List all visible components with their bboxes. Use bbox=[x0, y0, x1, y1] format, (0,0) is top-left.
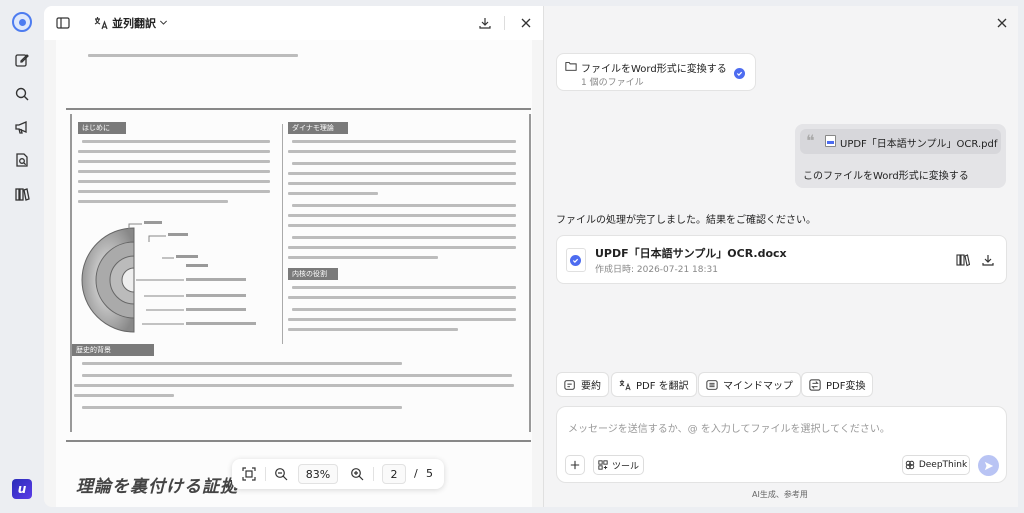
summary-icon bbox=[564, 379, 575, 390]
document-panel: 並列翻訳 はじめに ダイナモ理論 内核の役割 歴史的背景 理論を裏付ける証拠 8… bbox=[44, 6, 543, 507]
search-icon[interactable] bbox=[12, 84, 32, 104]
sidebar-toggle-icon[interactable] bbox=[56, 16, 70, 30]
library-icon[interactable] bbox=[956, 253, 970, 267]
download-icon[interactable] bbox=[981, 253, 995, 267]
check-icon bbox=[570, 255, 581, 266]
document-section-title: 理論を裏付ける証拠 bbox=[76, 477, 238, 497]
pdf-convert-label: PDF変換 bbox=[826, 381, 866, 392]
app-window: u 並列翻訳 はじめに ダイナモ理論 内核の役割 歴史的背景 理論を裏付ける証拠… bbox=[0, 0, 1024, 513]
page-separator: / bbox=[414, 467, 418, 480]
message-composer: メッセージを送信するか、@ を入力してファイルを選択してください。 ツール De… bbox=[556, 406, 1007, 483]
page-current: 2 bbox=[390, 467, 398, 481]
close-icon[interactable] bbox=[519, 16, 533, 30]
summarize-label: 要約 bbox=[581, 381, 601, 392]
megaphone-icon[interactable] bbox=[12, 117, 32, 137]
library-icon[interactable] bbox=[12, 184, 32, 204]
mind-map-label: マインドマップ bbox=[723, 381, 793, 392]
deepthink-button[interactable]: DeepThink bbox=[902, 455, 970, 475]
mode-label[interactable]: 並列翻訳 bbox=[112, 15, 156, 31]
divider bbox=[265, 467, 266, 481]
pdf-file-icon bbox=[825, 135, 836, 147]
close-icon[interactable] bbox=[995, 16, 1009, 30]
footer-note: AI生成、参考用 bbox=[752, 490, 808, 499]
tools-button[interactable]: ツール bbox=[593, 455, 644, 475]
ai-reply-text: ファイルの処理が完了しました。結果をご確認ください。 bbox=[556, 215, 816, 226]
tools-label: ツール bbox=[611, 461, 639, 472]
document-toolbar: 並列翻訳 bbox=[44, 6, 543, 40]
translate-pdf-button[interactable]: PDF を翻訳 bbox=[611, 372, 697, 397]
page-total: 5 bbox=[426, 467, 433, 480]
chat-panel: ファイルをWord形式に変換する 1 個のファイル ❝ UPDF「日本語サンプル… bbox=[543, 6, 1018, 507]
task-subtitle: 1 個のファイル bbox=[581, 78, 644, 88]
summarize-button[interactable]: 要約 bbox=[556, 372, 609, 397]
quote-icon: ❝ bbox=[806, 131, 815, 150]
pdf-convert-button[interactable]: PDF変換 bbox=[801, 372, 874, 397]
edit-icon[interactable] bbox=[12, 50, 32, 70]
page-number-input[interactable]: 2 bbox=[382, 464, 406, 484]
zoom-toolbar: 83% 2 / 5 bbox=[232, 459, 444, 489]
divider bbox=[373, 467, 374, 481]
chevron-down-icon[interactable] bbox=[158, 17, 169, 28]
task-card[interactable]: ファイルをWord形式に変換する 1 個のファイル bbox=[556, 53, 756, 91]
deepthink-icon bbox=[905, 460, 915, 470]
message-input[interactable]: メッセージを送信するか、@ を入力してファイルを選択してください。 bbox=[568, 420, 890, 435]
translate-icon bbox=[94, 16, 108, 30]
mind-map-icon bbox=[706, 379, 718, 390]
user-message-text: このファイルをWord形式に変換する bbox=[803, 171, 969, 182]
result-file-date: 作成日時: 2026-07-21 18:31 bbox=[595, 265, 718, 275]
plus-icon bbox=[570, 460, 580, 470]
zoom-in-icon[interactable] bbox=[350, 467, 364, 481]
divider bbox=[504, 16, 505, 30]
document-search-icon[interactable] bbox=[12, 150, 32, 170]
document-page: はじめに ダイナモ理論 内核の役割 歴史的背景 理論を裏付ける証拠 bbox=[56, 40, 532, 507]
zoom-value: 83% bbox=[305, 467, 331, 481]
convert-icon bbox=[809, 378, 821, 391]
tools-icon bbox=[598, 460, 608, 470]
check-icon bbox=[734, 68, 745, 79]
left-rail: u bbox=[0, 0, 44, 513]
result-file-card[interactable]: UPDF「日本語サンプル」OCR.docx 作成日時: 2026-07-21 1… bbox=[556, 235, 1007, 284]
send-button[interactable] bbox=[978, 455, 999, 476]
ai-assistant-icon[interactable] bbox=[12, 12, 32, 32]
add-attachment-button[interactable] bbox=[565, 455, 585, 475]
user-message: ❝ UPDF「日本語サンプル」OCR.pdf このファイルをWord形式に変換す… bbox=[795, 124, 1006, 188]
download-icon[interactable] bbox=[478, 16, 492, 30]
translate-icon bbox=[619, 379, 631, 390]
deepthink-label: DeepThink bbox=[918, 460, 968, 470]
zoom-level[interactable]: 83% bbox=[298, 464, 338, 484]
app-logo: u bbox=[12, 479, 32, 499]
translate-pdf-label: PDF を翻訳 bbox=[636, 381, 689, 392]
attached-file-name: UPDF「日本語サンプル」OCR.pdf bbox=[840, 139, 998, 150]
task-title: ファイルをWord形式に変換する bbox=[581, 64, 727, 75]
docx-file-icon bbox=[566, 248, 586, 272]
attached-file-chip[interactable]: ❝ UPDF「日本語サンプル」OCR.pdf bbox=[800, 129, 1001, 154]
send-icon bbox=[984, 461, 993, 470]
mind-map-button[interactable]: マインドマップ bbox=[698, 372, 801, 397]
zoom-out-icon[interactable] bbox=[274, 467, 288, 481]
earth-layers-illustration bbox=[81, 221, 256, 333]
fit-page-icon[interactable] bbox=[242, 467, 256, 481]
result-file-name: UPDF「日本語サンプル」OCR.docx bbox=[595, 247, 787, 260]
folder-icon bbox=[565, 60, 577, 72]
